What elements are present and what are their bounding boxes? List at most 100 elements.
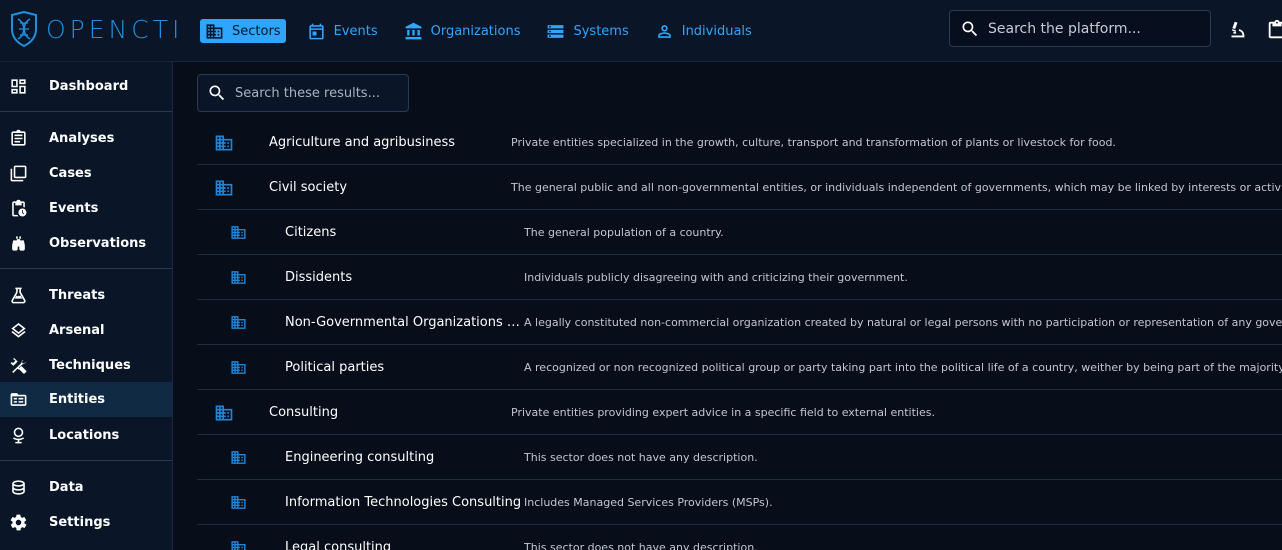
sector-icon: [231, 361, 246, 374]
sidebar-item-label: Observations: [49, 236, 147, 251]
nav-systems-label: Systems: [573, 23, 629, 39]
sidebar-item-dashboard[interactable]: Dashboard: [0, 69, 172, 104]
results-search[interactable]: [197, 74, 409, 112]
sector-name: Dissidents: [285, 269, 353, 285]
sidebar-item-label: Techniques: [49, 358, 131, 373]
list-item[interactable]: Citizens The general population of a coun…: [197, 210, 1282, 255]
dashboard-icon: [11, 79, 26, 94]
sector-name: Consulting: [269, 404, 339, 420]
sidebar-item-label: Locations: [49, 428, 120, 443]
clipboard-icon: [1268, 19, 1282, 39]
app-logo[interactable]: OPENCTI: [8, 9, 183, 49]
sidebar-item-settings[interactable]: Settings: [0, 505, 172, 540]
sidebar-item-label: Entities: [49, 392, 106, 407]
flask-icon: [11, 287, 26, 304]
sidebar-item-label: Settings: [49, 515, 111, 530]
list-item[interactable]: Legal consulting This sector does not hav…: [197, 525, 1282, 550]
sector-icon: [231, 451, 246, 464]
nav-systems[interactable]: Systems: [541, 19, 633, 43]
sector-icon: [231, 271, 246, 284]
binoculars-icon: [12, 236, 25, 251]
folder-table-icon: [10, 393, 27, 406]
sector-icon: [206, 23, 223, 39]
sector-name: Non-Governmental Organizations (...: [285, 314, 523, 330]
sector-description: Includes Managed Services Providers (MSP…: [524, 495, 773, 509]
top-bar: OPENCTI Sectors Events Organizations Sys…: [0, 0, 1282, 62]
database-icon: [12, 480, 25, 495]
investigation-button[interactable]: [1226, 18, 1248, 42]
sector-description: Individuals publicly disagreeing with an…: [524, 270, 908, 284]
list-item[interactable]: Information Technologies Consulting Inclu…: [197, 480, 1282, 525]
sidebar-divider: [0, 111, 172, 112]
sector-description: This sector does not have any descriptio…: [524, 450, 758, 464]
sidebar-item-cases[interactable]: Cases: [0, 156, 172, 191]
global-search[interactable]: [949, 10, 1211, 47]
layers-icon: [11, 322, 26, 338]
nav-events[interactable]: Events: [302, 19, 383, 43]
sector-icon: [215, 135, 233, 151]
nav-sectors[interactable]: Sectors: [200, 19, 286, 43]
nav-events-label: Events: [333, 23, 378, 39]
gear-icon: [10, 514, 27, 531]
server-icon: [548, 24, 564, 38]
sidebar-item-label: Analyses: [49, 131, 115, 146]
sector-description: The general public and all non-governmen…: [511, 180, 1282, 194]
sidebar-item-entities[interactable]: Entities: [0, 382, 172, 417]
sector-description: A recognized or non recognized political…: [524, 360, 1282, 374]
workspace-button[interactable]: [1266, 18, 1282, 42]
list-item[interactable]: Engineering consulting This sector does n…: [197, 435, 1282, 480]
microscope-icon: [1231, 21, 1245, 38]
bank-icon: [405, 22, 422, 39]
sidebar-item-label: Dashboard: [49, 79, 129, 94]
sidebar-item-analyses[interactable]: Analyses: [0, 121, 172, 156]
sidebar-item-locations[interactable]: Locations: [0, 418, 172, 453]
sector-name: Political parties: [285, 359, 385, 375]
sectors-list: Agriculture and agribusiness Private enti…: [197, 120, 1282, 550]
list-item[interactable]: Non-Governmental Organizations (... A leg…: [197, 300, 1282, 345]
sector-icon: [215, 405, 233, 421]
sector-icon: [231, 226, 246, 239]
sidebar-item-data[interactable]: Data: [0, 470, 172, 505]
sidebar-divider: [0, 460, 172, 461]
sidebar-item-label: Data: [49, 480, 84, 495]
list-item[interactable]: Civil society The general public and all …: [197, 165, 1282, 210]
sector-description: The general population of a country.: [524, 225, 724, 239]
sidebar-item-arsenal[interactable]: Arsenal: [0, 313, 172, 348]
analyses-icon: [11, 129, 26, 146]
sidebar-item-techniques[interactable]: Techniques: [0, 348, 172, 383]
list-item[interactable]: Agriculture and agribusiness Private enti…: [197, 120, 1282, 165]
sidebar-item-threats[interactable]: Threats: [0, 278, 172, 313]
sidebar-item-label: Cases: [49, 166, 92, 181]
sidebar-item-observations[interactable]: Observations: [0, 226, 172, 261]
sector-icon: [215, 180, 233, 196]
sector-name: Agriculture and agribusiness: [269, 134, 456, 150]
nav-organizations[interactable]: Organizations: [399, 19, 526, 43]
person-icon: [657, 24, 671, 38]
list-item[interactable]: Dissidents Individuals publicly disagreei…: [197, 255, 1282, 300]
sidebar-item-label: Arsenal: [49, 323, 105, 338]
cases-icon: [10, 165, 27, 182]
sector-description: A legally constituted non-commercial org…: [524, 315, 1282, 329]
search-icon: [962, 21, 978, 36]
nav-organizations-label: Organizations: [430, 23, 521, 39]
sector-name: Engineering consulting: [285, 449, 435, 465]
list-item[interactable]: Consulting Private entities providing exp…: [197, 390, 1282, 435]
sector-name: Legal consulting: [285, 539, 392, 550]
nav-individuals-label: Individuals: [681, 23, 752, 39]
sidebar: Dashboard Analyses Cases Events Observat…: [0, 62, 173, 550]
sector-name: Citizens: [285, 224, 337, 240]
logo-icon: [11, 11, 37, 47]
events-icon: [12, 199, 27, 217]
sector-icon: [231, 541, 246, 550]
sector-icon: [231, 496, 246, 509]
results-search-input[interactable]: [235, 85, 405, 101]
global-search-input[interactable]: [988, 20, 1198, 37]
sidebar-item-label: Threats: [49, 288, 106, 303]
tools-icon: [10, 357, 27, 374]
sidebar-item-label: Events: [49, 201, 99, 216]
list-item[interactable]: Political parties A recognized or non rec…: [197, 345, 1282, 390]
sidebar-item-events[interactable]: Events: [0, 191, 172, 226]
globe-icon: [12, 427, 25, 444]
sidebar-divider: [0, 268, 172, 269]
nav-individuals[interactable]: Individuals: [650, 19, 757, 43]
